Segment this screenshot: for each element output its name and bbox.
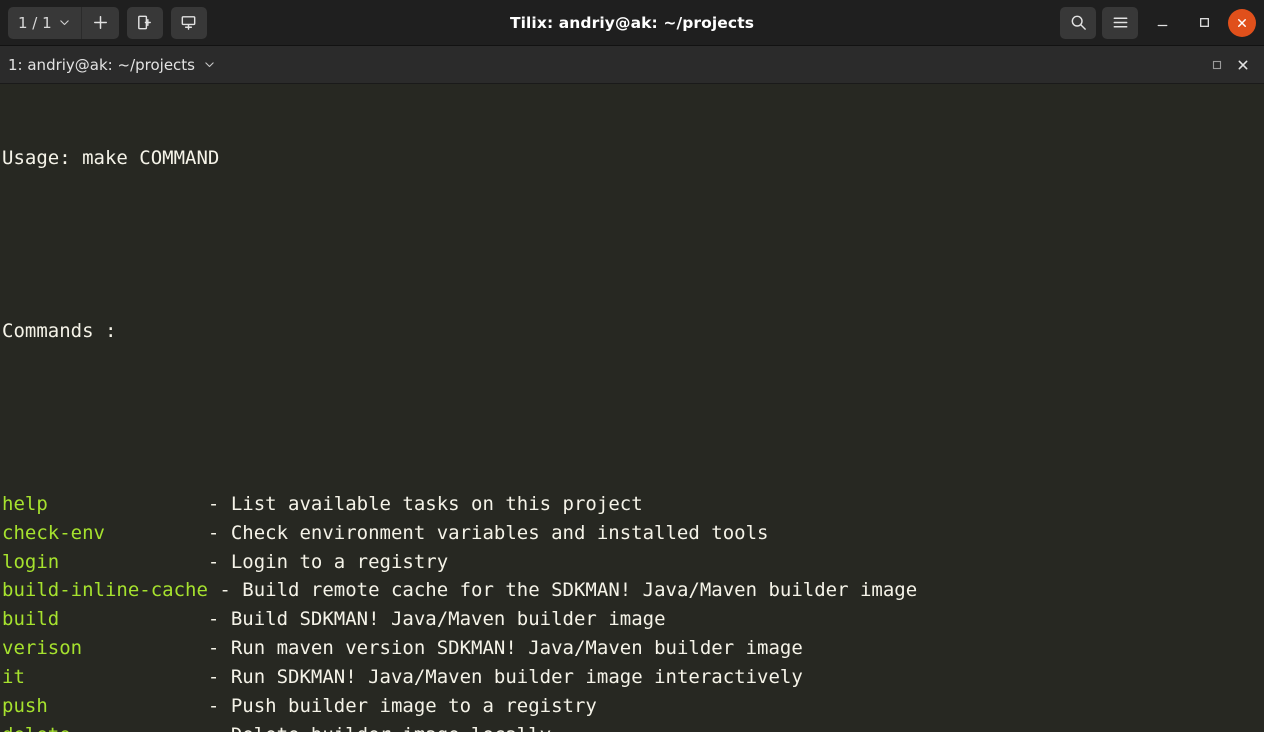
command-name: delete [2,724,71,732]
page-indicator-button[interactable]: 1 / 1 [8,7,81,39]
command-separator: - [207,492,220,515]
plus-icon [93,16,107,29]
command-description: Delete builder image locally [231,724,551,732]
command-description: Push builder image to a registry [230,694,597,717]
command-name: it [2,665,25,688]
tab-bar: 1: andriy@ak: ~/projects [0,46,1264,84]
split-vertical-button[interactable] [126,6,163,39]
maximize-icon [1199,18,1209,27]
command-row: push - Push builder image to a registry [2,692,1264,721]
command-row: verison - Run maven version SDKMAN! Java… [2,634,1264,663]
command-padding [59,608,208,630]
tab-session-0[interactable]: 1: andriy@ak: ~/projects [8,56,216,74]
command-gap [219,608,230,630]
command-gap [219,637,230,659]
command-padding [82,637,208,659]
page-indicator-label: 1 / 1 [18,13,52,32]
command-description: List available tasks on this project [230,492,643,515]
command-separator: - [207,550,220,573]
command-separator: - [207,608,220,631]
command-gap [219,522,230,544]
tab-controls [1210,58,1256,72]
command-gap [219,724,230,732]
split-horizontal-icon [181,16,196,30]
command-description: Login to a registry [230,550,449,573]
command-name: help [2,492,48,515]
command-row: build - Build SDKMAN! Java/Maven builder… [2,605,1264,634]
command-separator: - [219,579,231,602]
command-gap [219,666,230,688]
command-separator: - [207,694,220,717]
command-separator: - [208,724,219,732]
command-gap [219,551,230,573]
terminal-line-usage: Usage: make COMMAND [2,144,1264,173]
command-separator: - [207,637,220,660]
split-horizontal-button[interactable] [170,6,207,39]
command-gap [231,579,242,601]
maximize-button[interactable] [1186,7,1222,39]
session-controls-group: 1 / 1 [8,6,119,39]
command-name: push [2,694,48,717]
hamburger-icon [1113,17,1127,28]
command-description: Run maven version SDKMAN! Java/Maven bui… [230,637,803,660]
command-gap [219,695,230,717]
close-button[interactable] [1228,8,1256,37]
new-session-button[interactable] [80,6,119,39]
command-padding [71,724,208,732]
commands-header-text: Commands : [2,319,117,342]
command-padding [48,493,208,515]
command-row: it - Run SDKMAN! Java/Maven builder imag… [2,663,1264,692]
command-description: Run SDKMAN! Java/Maven builder image int… [230,665,803,688]
titlebar-left-controls: 1 / 1 [8,6,207,39]
terminal-line-blank-1 [2,230,1264,259]
search-icon [1071,15,1086,30]
menu-button[interactable] [1102,6,1138,39]
command-separator: - [207,665,220,688]
terminal-line-blank-2 [2,403,1264,432]
command-row: delete - Delete builder image locally [2,721,1264,732]
command-separator: - [207,521,220,544]
command-list: help - List available tasks on this proj… [2,490,1264,732]
split-vertical-icon [138,15,152,30]
terminal-output[interactable]: Usage: make COMMAND Commands : help - Li… [0,84,1264,732]
command-padding [59,551,208,573]
close-icon[interactable] [1236,58,1250,72]
command-row: build-inline-cache - Build remote cache … [2,576,1264,605]
command-gap [219,493,230,515]
command-description: Build remote cache for the SDKMAN! Java/… [242,579,918,602]
title-bar: 1 / 1 Tilix: andriy@ak: ~/projects [0,0,1264,46]
command-name: build-inline-cache [2,579,208,602]
command-name: login [2,550,60,573]
minimize-icon [1157,24,1167,27]
command-description: Build SDKMAN! Java/Maven builder image [230,608,666,631]
command-row: login - Login to a registry [2,548,1264,577]
search-button[interactable] [1060,6,1096,39]
close-icon [1238,18,1246,27]
command-padding [208,579,219,601]
command-name: check-env [2,521,105,544]
terminal-line-commands-header: Commands : [2,317,1264,346]
command-description: Check environment variables and installe… [230,521,769,544]
titlebar-right-controls [1060,6,1256,39]
command-name: verison [2,637,83,660]
command-padding [105,522,208,544]
maximize-icon[interactable] [1210,58,1224,72]
usage-text: Usage: make COMMAND [2,146,220,169]
command-name: build [2,608,60,631]
command-padding [48,695,208,717]
command-row: check-env - Check environment variables … [2,519,1264,548]
chevron-down-icon [59,20,69,26]
tab-session-label: 1: andriy@ak: ~/projects [8,55,195,74]
command-row: help - List available tasks on this proj… [2,490,1264,519]
command-padding [25,666,208,688]
chevron-down-icon[interactable] [203,58,216,71]
minimize-button[interactable] [1144,7,1180,39]
